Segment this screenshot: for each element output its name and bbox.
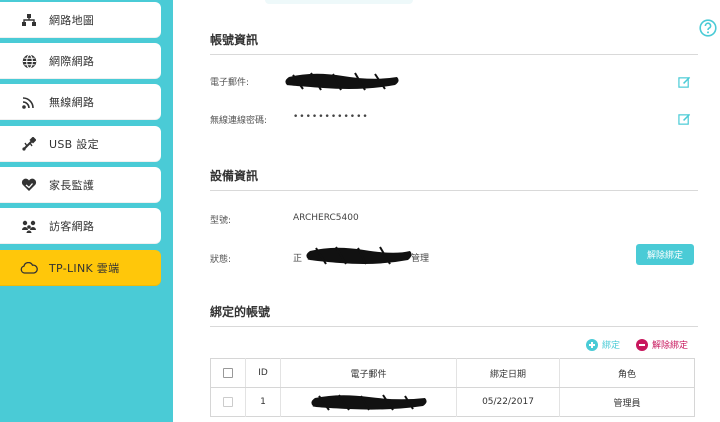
remove-binding-button[interactable]: 解除綁定 <box>636 338 688 351</box>
main-content: 帳號資訊 電子郵件: 無線連線密碼: •••••••••••• 設備資訊 型號:… <box>173 0 720 422</box>
column-header-id: ID <box>245 358 281 388</box>
row-bind-date: 05/22/2017 <box>456 387 560 417</box>
sidebar-item-label: 訪客網路 <box>49 220 95 233</box>
sidebar-item-label: USB 設定 <box>49 138 99 151</box>
sidebar-item-label: 家長監護 <box>49 179 95 192</box>
status-prefix: 正 <box>293 254 303 264</box>
sidebar-item-label: 無線網路 <box>49 96 95 109</box>
minus-icon <box>636 338 648 351</box>
model-label: 型號: <box>210 216 232 226</box>
add-binding-button[interactable]: 綁定 <box>586 338 620 351</box>
row-checkbox-cell[interactable] <box>211 388 246 417</box>
wireless-password-label: 無線連線密碼: <box>210 116 268 126</box>
table-row: 1 05/22/2017 管理員 <box>211 387 695 417</box>
email-label: 電子郵件: <box>210 78 250 88</box>
account-info-title: 帳號資訊 <box>210 31 698 55</box>
sidebar-item-label: 網路地圖 <box>49 14 95 27</box>
network-map-icon <box>18 12 40 28</box>
sidebar: 網路地圖 網際網路 無線網路 USB 設定 家長監護 訪客網路 TP-LINK … <box>0 0 173 422</box>
sidebar-item-tplink-cloud[interactable]: TP-LINK 雲端 <box>0 250 161 286</box>
wifi-icon <box>18 94 40 110</box>
model-value: ARCHERC5400 <box>293 213 359 223</box>
globe-icon <box>18 53 40 69</box>
plus-icon <box>586 338 598 351</box>
sidebar-item-internet[interactable]: 網際網路 <box>0 43 161 79</box>
sidebar-item-usb[interactable]: USB 設定 <box>0 126 161 162</box>
row-id: 1 <box>245 387 281 417</box>
sidebar-item-guest-network[interactable]: 訪客網路 <box>0 208 161 244</box>
column-header-bind-date: 綁定日期 <box>456 358 560 388</box>
edit-password-button[interactable] <box>678 111 692 125</box>
select-all-checkbox-cell[interactable] <box>210 358 246 388</box>
sidebar-item-parental-controls[interactable]: 家長監護 <box>0 167 161 203</box>
column-header-email: 電子郵件 <box>280 358 457 388</box>
sidebar-item-label: 網際網路 <box>49 55 95 68</box>
guest-users-icon <box>18 218 40 234</box>
help-icon[interactable] <box>698 18 718 38</box>
wireless-password-value: •••••••••••• <box>293 112 369 122</box>
usb-icon <box>18 136 40 152</box>
bound-accounts-title: 綁定的帳號 <box>210 303 698 327</box>
remove-binding-label: 解除綁定 <box>652 341 689 351</box>
row-checkbox[interactable] <box>223 396 233 407</box>
status-label: 狀態: <box>210 255 232 265</box>
select-all-checkbox[interactable] <box>223 367 233 378</box>
redacted-email <box>285 72 399 91</box>
edit-email-button[interactable] <box>678 74 692 88</box>
sidebar-item-network-map[interactable]: 網路地圖 <box>0 2 161 38</box>
status-suffix: 管理 <box>411 254 430 264</box>
redacted-status <box>306 246 412 265</box>
redacted-row-email <box>310 394 427 411</box>
sidebar-item-label: TP-LINK 雲端 <box>49 262 120 275</box>
row-role: 管理員 <box>559 387 695 417</box>
row-email <box>280 387 457 417</box>
cloud-icon <box>18 260 40 276</box>
table-header-row: ID 電子郵件 綁定日期 角色 <box>210 358 695 388</box>
add-binding-label: 綁定 <box>602 341 621 351</box>
sidebar-item-wireless[interactable]: 無線網路 <box>0 84 161 120</box>
heart-icon <box>18 177 40 193</box>
unbind-device-button[interactable]: 解除綁定 <box>636 244 694 265</box>
device-info-title: 設備資訊 <box>210 167 698 191</box>
column-header-role: 角色 <box>559 358 695 388</box>
top-tab-indicator <box>265 0 413 4</box>
bound-accounts-table: ID 電子郵件 綁定日期 角色 1 05/22/2017 管理員 <box>210 358 695 417</box>
